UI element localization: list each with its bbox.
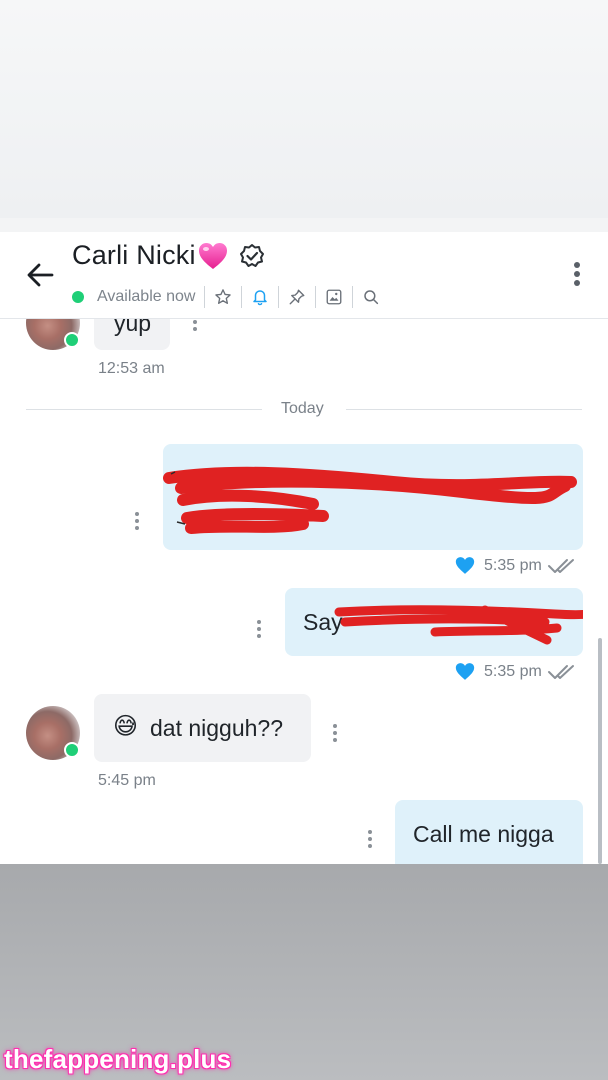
message-meta: 5:35 pm — [455, 662, 577, 681]
heart-liked-icon[interactable] — [455, 556, 475, 575]
divider — [26, 409, 262, 410]
message-list[interactable]: yup 12:53 am Today 5:35 pm Say 5:35 pm 😅… — [0, 232, 608, 864]
message-options-button[interactable] — [256, 620, 262, 642]
back-arrow-icon[interactable] — [24, 258, 58, 292]
sweat-smile-emoji-icon: 😅 — [113, 713, 139, 740]
message-bubble-outgoing[interactable] — [163, 444, 583, 550]
message-bubble-outgoing[interactable]: Say — [285, 588, 583, 656]
double-check-icon — [547, 664, 574, 679]
message-meta: 5:35 pm — [455, 556, 577, 575]
divider — [346, 409, 582, 410]
status-text: Available now — [97, 288, 196, 305]
message-text: Call me nigga — [413, 821, 554, 847]
chat-header: Carli Nicki Available now — [0, 232, 608, 319]
online-status-dot — [64, 332, 80, 348]
media-gallery-icon[interactable] — [316, 285, 352, 309]
message-time: 12:53 am — [98, 360, 165, 377]
star-icon[interactable] — [205, 285, 241, 309]
message-time: 5:35 pm — [484, 662, 542, 680]
message-options-button[interactable] — [332, 724, 338, 746]
top-strip — [0, 218, 608, 232]
message-text: dat nigguh?? — [150, 715, 284, 741]
verified-badge-icon — [239, 243, 264, 267]
chat-app: yup 12:53 am Today 5:35 pm Say 5:35 pm 😅… — [0, 232, 608, 864]
scrollbar[interactable] — [598, 638, 602, 864]
message-options-button[interactable] — [192, 320, 198, 342]
message-options-button[interactable] — [134, 512, 140, 534]
search-icon[interactable] — [353, 285, 389, 309]
message-bubble-outgoing[interactable]: Call me nigga — [395, 800, 583, 864]
message-time: 5:35 pm — [484, 556, 542, 574]
bell-icon[interactable] — [242, 285, 278, 309]
message-options-button[interactable] — [367, 830, 373, 852]
chat-title[interactable]: Carli Nicki — [72, 240, 196, 271]
message-time: 5:45 pm — [98, 772, 156, 789]
heart-liked-icon[interactable] — [455, 662, 475, 681]
day-separator-label: Today — [281, 400, 324, 417]
double-check-icon — [547, 558, 574, 573]
message-bubble-incoming[interactable]: 😅 dat nigguh?? — [94, 694, 311, 762]
redaction-scribble — [163, 466, 577, 534]
online-status-dot — [64, 742, 80, 758]
heart-emoji-icon — [198, 242, 227, 269]
redaction-scribble — [334, 605, 583, 645]
watermark: thefappening.plus — [4, 1044, 232, 1074]
blank-top-area — [0, 0, 608, 218]
online-status-dot — [72, 291, 84, 303]
more-vertical-icon[interactable] — [572, 262, 582, 290]
pin-icon[interactable] — [279, 285, 315, 309]
